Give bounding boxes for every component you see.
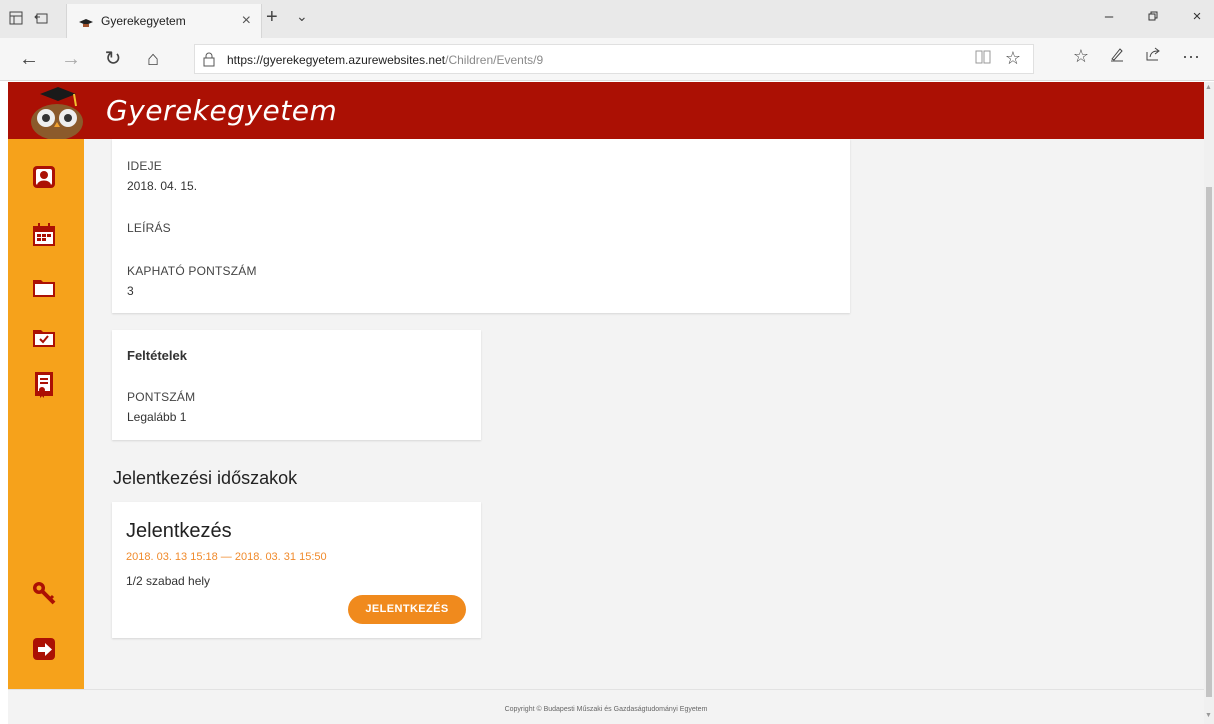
url-text: https://gyerekegyetem.azurewebsites.net/… — [227, 53, 543, 67]
conditions-card: Feltételek PONTSZÁM Legalább 1 — [112, 330, 481, 440]
minimize-icon[interactable]: – — [1094, 8, 1124, 25]
scroll-up-icon[interactable]: ▲ — [1205, 84, 1212, 91]
restore-icon[interactable] — [1138, 8, 1168, 25]
key-icon[interactable] — [30, 579, 58, 607]
points-label: KAPHATÓ PONTSZÁM — [127, 264, 257, 278]
page-scrollbar[interactable]: ▲ ▼ — [1204, 82, 1214, 724]
back-icon[interactable]: ← — [16, 48, 42, 70]
favorites-list-icon[interactable]: ☆ — [1068, 46, 1094, 67]
registration-title: Jelentkezés — [126, 520, 232, 542]
folder-check-icon[interactable] — [30, 325, 58, 353]
sidebar — [8, 139, 84, 689]
points-value: 3 — [127, 284, 134, 298]
reading-view-icon[interactable] — [975, 50, 991, 69]
register-button[interactable]: JELENTKEZÉS — [348, 595, 466, 624]
share-icon[interactable] — [1140, 46, 1166, 67]
date-value: 2018. 04. 15. — [127, 179, 198, 193]
certificate-icon[interactable] — [30, 371, 58, 399]
new-tab-icon[interactable]: + — [266, 6, 278, 29]
lock-icon — [203, 52, 217, 67]
window-close-icon[interactable]: × — [1182, 8, 1212, 25]
graduation-cap-favicon-icon — [79, 16, 93, 27]
browser-tab-bar: Gyerekegyetem × + ⌄ – × — [0, 0, 1214, 38]
tab-title: Gyerekegyetem — [101, 14, 186, 28]
url-field[interactable]: https://gyerekegyetem.azurewebsites.net/… — [194, 44, 1034, 74]
score-value: Legalább 1 — [127, 410, 187, 424]
scroll-down-icon[interactable]: ▼ — [1205, 712, 1212, 719]
free-seats: 1/2 szabad hely — [126, 574, 211, 588]
logout-icon[interactable] — [30, 635, 58, 663]
close-icon[interactable]: × — [242, 12, 251, 30]
calendar-icon[interactable] — [30, 221, 58, 249]
chevron-down-icon[interactable]: ⌄ — [296, 8, 308, 25]
registration-dates: 2018. 03. 13 15:18 — 2018. 03. 31 15:50 — [126, 551, 327, 563]
event-details-card: IDEJE 2018. 04. 15. LEÍRÁS KAPHATÓ PONTS… — [112, 139, 850, 313]
site-header: Gyerekegyetem — [8, 82, 1204, 140]
tab-list-icon[interactable] — [8, 11, 24, 27]
browser-tab[interactable]: Gyerekegyetem × — [66, 4, 262, 38]
address-bar: ← → ↻ ⌂ https://gyerekegyetem.azurewebsi… — [0, 38, 1214, 81]
owl-logo-icon[interactable] — [20, 84, 90, 140]
more-icon[interactable]: ··· — [1178, 46, 1204, 67]
date-label: IDEJE — [127, 159, 163, 173]
folder-icon[interactable] — [30, 273, 58, 301]
site-title[interactable]: Gyerekegyetem — [106, 94, 337, 127]
url-host: https://gyerekegyetem.azurewebsites.net — [227, 53, 446, 67]
forward-icon[interactable]: → — [58, 48, 84, 70]
registration-card: Jelentkezés 2018. 03. 13 15:18 — 2018. 0… — [112, 502, 481, 638]
registration-periods-heading: Jelentkezési időszakok — [113, 468, 298, 488]
url-path: /Children/Events/9 — [445, 53, 544, 67]
back-tab-icon[interactable] — [33, 11, 49, 27]
main-content: IDEJE 2018. 04. 15. LEÍRÁS KAPHATÓ PONTS… — [84, 139, 1204, 689]
copyright-text: Copyright © Budapesti Műszaki és Gazdasá… — [504, 706, 708, 713]
description-label: LEÍRÁS — [127, 221, 171, 235]
footer: Copyright © Budapesti Műszaki és Gazdasá… — [8, 689, 1204, 724]
conditions-title: Feltételek — [127, 348, 187, 363]
score-label: PONTSZÁM — [127, 390, 196, 404]
profile-icon[interactable] — [30, 163, 58, 191]
scrollbar-thumb[interactable] — [1206, 187, 1212, 697]
pen-icon[interactable] — [1104, 46, 1130, 67]
favorite-star-icon[interactable]: ☆ — [1005, 48, 1021, 69]
home-icon[interactable]: ⌂ — [140, 48, 166, 70]
refresh-icon[interactable]: ↻ — [100, 48, 126, 70]
